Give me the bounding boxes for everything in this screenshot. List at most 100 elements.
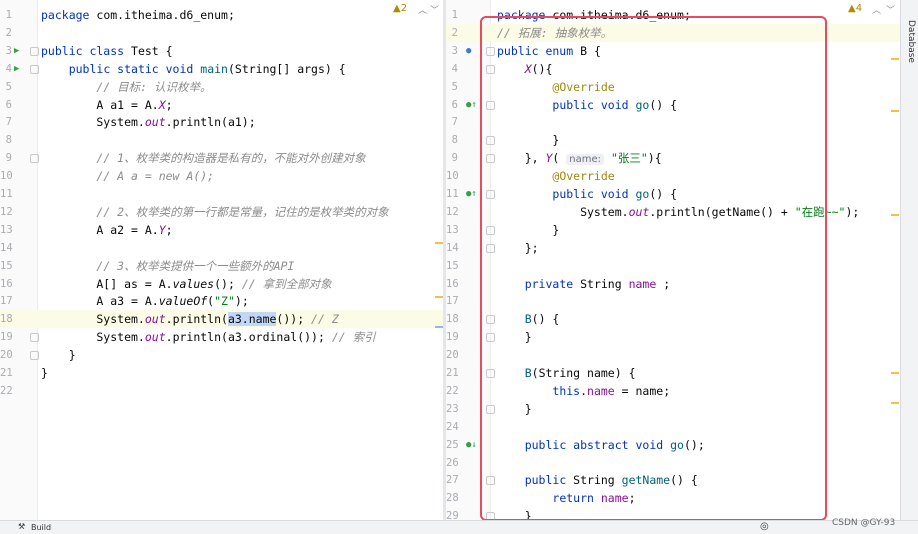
code-text[interactable]: // 目标: 认识枚举。 bbox=[41, 78, 211, 96]
line-number[interactable]: 6 bbox=[0, 96, 12, 114]
code-text[interactable]: System.out.println(getName() + "在跑~~"); bbox=[497, 203, 859, 221]
fold-marker-icon[interactable] bbox=[486, 243, 495, 253]
code-line[interactable]: 4 ▶ public static void main(String[] args… bbox=[0, 60, 443, 78]
code-line[interactable]: 13 } bbox=[446, 221, 901, 239]
fold-marker-icon[interactable] bbox=[486, 225, 495, 235]
chevron-up-icon[interactable]: ︿ bbox=[418, 3, 427, 16]
scroll-marker[interactable] bbox=[891, 402, 899, 404]
line-number[interactable]: 9 bbox=[446, 149, 458, 167]
code-line[interactable]: 12 // 2、枚举类的第一行都是常量，记住的是枚举类的对象 bbox=[0, 203, 443, 221]
code-text[interactable]: // A a = new A(); bbox=[41, 167, 214, 185]
code-text[interactable]: A[] as = A.values(); // 拿到全部对象 bbox=[41, 275, 331, 293]
line-number[interactable]: 17 bbox=[446, 292, 459, 310]
line-number[interactable]: 2 bbox=[0, 24, 12, 42]
code-text[interactable]: System.out.println(a1); bbox=[41, 113, 255, 131]
fold-marker-icon[interactable] bbox=[486, 190, 495, 199]
fold-marker-icon[interactable] bbox=[486, 476, 495, 486]
line-number[interactable]: 22 bbox=[0, 382, 13, 400]
code-line[interactable]: 10 @Override bbox=[446, 167, 901, 185]
code-line[interactable]: 25 ●↓ public abstract void go(); bbox=[446, 436, 901, 454]
code-line[interactable]: 11 ●↑ public void go() { bbox=[446, 185, 901, 203]
code-text[interactable]: @Override bbox=[497, 167, 614, 185]
chevron-up-icon[interactable]: ︿ bbox=[872, 3, 881, 16]
code-text[interactable]: A a1 = A.X; bbox=[41, 96, 172, 114]
line-number[interactable]: 1 bbox=[0, 6, 12, 24]
fold-marker-icon[interactable] bbox=[30, 46, 39, 56]
line-number[interactable]: 21 bbox=[0, 364, 13, 382]
code-text[interactable]: } bbox=[497, 507, 532, 520]
code-text[interactable]: // 拓展: 抽象枚举。 bbox=[497, 24, 612, 42]
right-editor[interactable]: 1 package com.itheima.d6_enum; 2 // 拓展: 抽象枚… bbox=[446, 0, 901, 520]
code-line[interactable]: 14 }; bbox=[446, 239, 901, 257]
run-gutter-icon[interactable]: ▶ bbox=[14, 42, 19, 60]
line-number[interactable]: 22 bbox=[446, 382, 459, 400]
line-number[interactable]: 15 bbox=[446, 257, 459, 275]
code-line[interactable]: 8 } bbox=[446, 131, 901, 149]
code-line[interactable]: 22 bbox=[0, 382, 443, 400]
code-text[interactable]: } bbox=[497, 328, 532, 346]
fold-marker-icon[interactable] bbox=[30, 333, 39, 343]
line-number[interactable]: 27 bbox=[446, 471, 459, 489]
code-line[interactable]: 20 } bbox=[0, 346, 443, 364]
line-number[interactable]: 14 bbox=[0, 239, 13, 257]
line-number[interactable]: 11 bbox=[446, 185, 459, 203]
line-number[interactable]: 12 bbox=[446, 203, 459, 221]
code-text[interactable]: public void go() { bbox=[497, 185, 677, 203]
line-number[interactable]: 11 bbox=[0, 185, 13, 203]
code-text[interactable]: public void go() { bbox=[497, 96, 677, 114]
code-text[interactable]: public String getName() { bbox=[497, 471, 698, 489]
line-number[interactable]: 13 bbox=[446, 221, 459, 239]
code-text[interactable]: package com.itheima.d6_enum; bbox=[497, 6, 691, 24]
line-number[interactable]: 24 bbox=[446, 418, 459, 436]
implemented-gutter-icon[interactable]: ●↓ bbox=[466, 436, 477, 454]
scroll-marker[interactable] bbox=[891, 214, 899, 216]
fold-marker-icon[interactable] bbox=[486, 512, 495, 520]
code-text[interactable]: package com.itheima.d6_enum; bbox=[41, 6, 235, 24]
code-line[interactable]: 6 ●↑ public void go() { bbox=[446, 96, 901, 114]
code-line[interactable]: 17 A a3 = A.valueOf("Z"); bbox=[0, 292, 443, 310]
scroll-marker[interactable] bbox=[435, 326, 443, 328]
fold-marker-icon[interactable] bbox=[30, 154, 39, 164]
build-tab[interactable]: Build bbox=[31, 523, 51, 532]
code-line[interactable]: 11 bbox=[0, 185, 443, 203]
code-line[interactable]: 14 bbox=[0, 239, 443, 257]
scroll-marker[interactable] bbox=[435, 296, 443, 298]
scroll-marker[interactable] bbox=[891, 110, 899, 112]
scroll-marker[interactable] bbox=[435, 242, 443, 244]
code-text[interactable]: A a2 = A.Y; bbox=[41, 221, 172, 239]
database-tool-button[interactable]: Database bbox=[906, 20, 916, 63]
chevron-down-icon[interactable]: ﹀ bbox=[430, 3, 439, 16]
code-line[interactable]: 4 X(){ bbox=[446, 60, 901, 78]
code-line[interactable]: 27 public String getName() { bbox=[446, 471, 901, 489]
code-line[interactable]: 24 bbox=[446, 418, 901, 436]
code-line[interactable]: 19 } bbox=[446, 328, 901, 346]
line-number[interactable]: 15 bbox=[0, 257, 13, 275]
code-line[interactable]: 16 A[] as = A.values(); // 拿到全部对象 bbox=[0, 275, 443, 293]
code-text[interactable]: X(){ bbox=[497, 60, 553, 78]
line-number[interactable]: 8 bbox=[446, 131, 458, 149]
code-line[interactable]: 2 // 拓展: 抽象枚举。 bbox=[446, 23, 901, 42]
line-number[interactable]: 2 bbox=[446, 24, 458, 42]
code-line[interactable]: 16 private String name ; bbox=[446, 275, 901, 293]
warning-indicator-icon[interactable]: ▲4 bbox=[848, 3, 862, 14]
line-number[interactable]: 13 bbox=[0, 221, 13, 239]
fold-marker-icon[interactable] bbox=[486, 136, 495, 146]
code-line[interactable]: 9 }, Y( name: "张三"){ bbox=[446, 149, 901, 167]
line-number[interactable]: 7 bbox=[446, 113, 458, 131]
code-text[interactable]: A a3 = A.valueOf("Z"); bbox=[41, 292, 248, 310]
scroll-marker[interactable] bbox=[891, 372, 899, 374]
line-number[interactable]: 4 bbox=[0, 60, 12, 78]
fold-marker-icon[interactable] bbox=[486, 64, 495, 74]
code-text[interactable]: } bbox=[497, 221, 559, 239]
line-number[interactable]: 4 bbox=[446, 60, 458, 78]
code-line[interactable]: 26 bbox=[446, 454, 901, 472]
code-line[interactable]: 5 // 目标: 认识枚举。 bbox=[0, 78, 443, 96]
github-copilot-icon[interactable]: ◎ bbox=[760, 521, 769, 532]
fold-marker-icon[interactable] bbox=[486, 404, 495, 414]
fold-marker-icon[interactable] bbox=[486, 154, 495, 164]
line-number[interactable]: 29 bbox=[446, 507, 459, 520]
code-line[interactable]: 7 System.out.println(a1); bbox=[0, 113, 443, 131]
code-line[interactable]: 9 // 1、枚举类的构造器是私有的，不能对外创建对象 bbox=[0, 149, 443, 167]
line-number[interactable]: 20 bbox=[446, 346, 459, 364]
code-text[interactable]: } bbox=[41, 364, 48, 382]
